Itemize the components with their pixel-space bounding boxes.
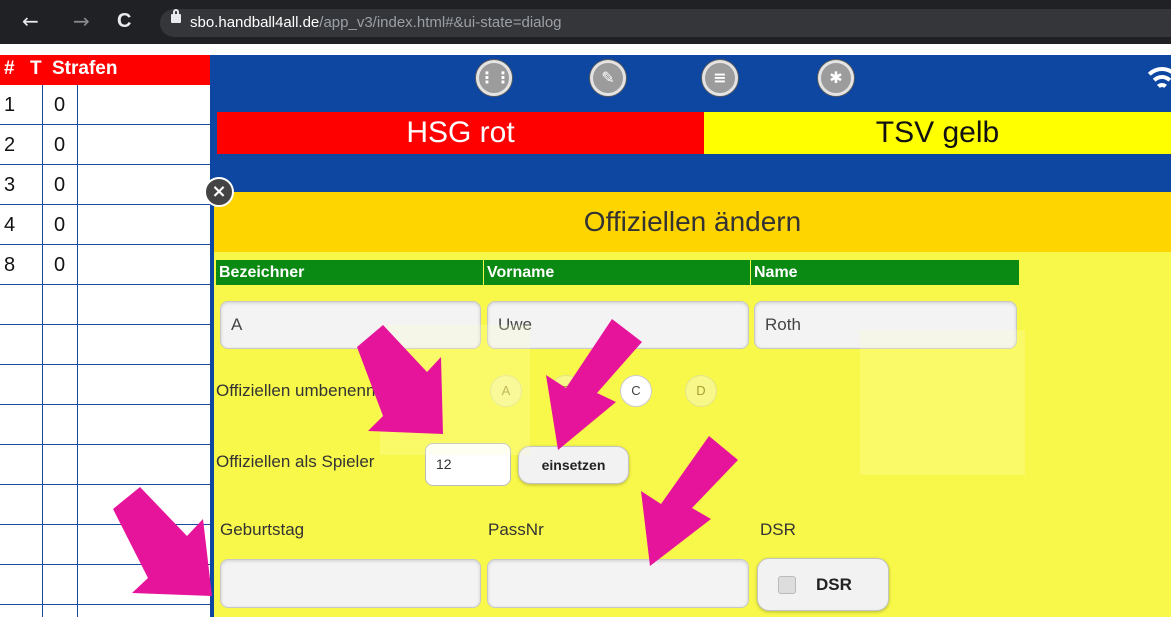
table-row (0, 525, 210, 565)
row-number: 3 (4, 174, 16, 196)
row-number: 8 (4, 254, 16, 276)
row-t: 0 (54, 174, 66, 196)
rename-option-c[interactable]: C (620, 375, 652, 407)
url-text[interactable]: sbo.handball4all.de/app_v3/index.html#&u… (190, 14, 562, 32)
table-row: 3 0 (0, 165, 210, 205)
forward-icon[interactable]: → (73, 10, 90, 32)
header-number: # (4, 58, 15, 79)
background-panel (860, 330, 1025, 475)
passnr-label: PassNr (488, 520, 544, 539)
rename-option-d[interactable]: D (685, 375, 717, 407)
table-row (0, 325, 210, 365)
dsr-button-label: DSR (816, 575, 852, 594)
row-number: 1 (4, 94, 16, 116)
table-row (0, 405, 210, 445)
reload-icon[interactable]: C (117, 10, 131, 32)
back-icon[interactable]: ← (22, 10, 39, 32)
row-number: 4 (4, 214, 16, 236)
penalty-table: # T Strafen 1 0 2 0 3 0 4 0 8 0 (0, 55, 210, 617)
team-home[interactable]: HSG rot (217, 112, 704, 154)
url-path: /app_v3/index.html#&ui-state=dialog (319, 14, 562, 31)
lock-icon (171, 9, 181, 23)
geburtstag-label: Geburtstag (220, 520, 305, 539)
column-header-bezeichner: Bezeichner (216, 260, 483, 285)
header-t: T (30, 58, 42, 79)
row-number: 2 (4, 134, 16, 156)
penalty-table-header: # T Strafen (0, 55, 210, 85)
geburtstag-field[interactable] (220, 559, 481, 608)
row-t: 0 (54, 254, 66, 276)
table-row (0, 565, 210, 605)
close-icon[interactable]: × (204, 177, 234, 207)
table-row (0, 285, 210, 325)
passnr-field[interactable] (487, 559, 749, 608)
grid-icon[interactable]: ⋮⋮ (476, 60, 512, 96)
pencil-icon[interactable]: ✎ (590, 60, 626, 96)
row-t: 0 (54, 134, 66, 156)
column-header-vorname: Vorname (484, 260, 750, 285)
url-domain: sbo.handball4all.de (190, 14, 320, 31)
dsr-checkbox[interactable] (778, 576, 796, 594)
column-divider (77, 85, 78, 617)
table-row: 2 0 (0, 125, 210, 165)
einsetzen-button[interactable]: einsetzen (518, 446, 629, 484)
dialog-title: Offiziellen ändern (214, 192, 1171, 252)
as-player-label: Offiziellen als Spieler (216, 452, 375, 471)
dsr-label: DSR (760, 520, 796, 539)
table-row (0, 445, 210, 485)
column-header-name: Name (751, 260, 1019, 285)
list-icon[interactable]: ≡ (702, 60, 738, 96)
table-row: 4 0 (0, 205, 210, 245)
table-row: 8 0 (0, 245, 210, 285)
settings-icon[interactable]: ✱ (818, 60, 854, 96)
team-away[interactable]: TSV gelb (704, 112, 1171, 154)
row-t: 0 (54, 94, 66, 116)
header-strafen: Strafen (52, 58, 118, 79)
dsr-button[interactable]: DSR (757, 558, 889, 611)
table-row (0, 365, 210, 405)
rename-option-b[interactable]: B (550, 375, 582, 407)
table-row: 1 0 (0, 85, 210, 125)
wifi-icon (1142, 67, 1171, 101)
row-t: 0 (54, 214, 66, 236)
table-row (0, 485, 210, 525)
column-divider (42, 85, 43, 617)
browser-toolbar: ← → C sbo.handball4all.de/app_v3/index.h… (0, 0, 1171, 44)
background-panel (380, 325, 530, 455)
